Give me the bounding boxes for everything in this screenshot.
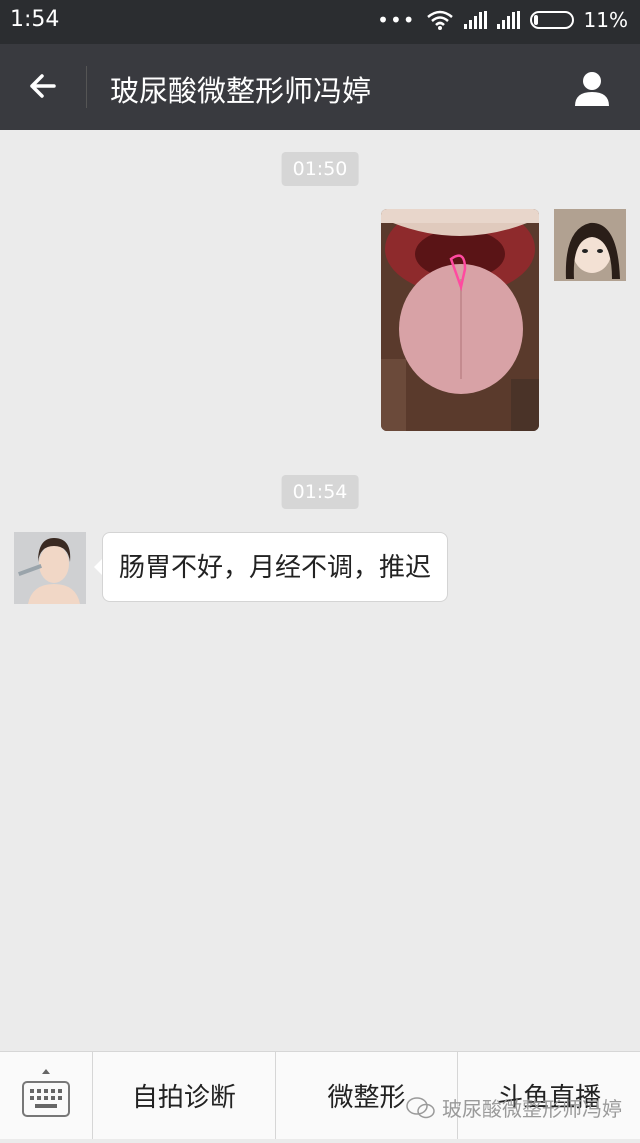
keyboard-toggle-button[interactable] xyxy=(0,1052,93,1139)
profile-icon[interactable] xyxy=(572,68,612,108)
title-bar: 玻尿酸微整形师冯婷 xyxy=(0,44,640,130)
timestamp-pill: 01:54 xyxy=(281,475,359,509)
timestamp-pill: 01:50 xyxy=(281,152,359,186)
battery-percent: 11% xyxy=(583,8,628,32)
self-avatar[interactable] xyxy=(554,209,626,281)
wechat-logo-icon xyxy=(406,1096,435,1118)
status-bar: 1:54 ••• 11% xyxy=(0,0,640,44)
chat-title: 玻尿酸微整形师冯婷 xyxy=(110,74,372,108)
signal-icon-2 xyxy=(496,11,520,29)
battery-icon xyxy=(529,11,574,29)
sent-photo[interactable] xyxy=(381,209,539,431)
signal-icon-1 xyxy=(463,11,487,29)
contact-avatar[interactable] xyxy=(14,532,86,604)
status-time: 1:54 xyxy=(10,7,60,32)
title-divider xyxy=(86,66,87,108)
self-avatar-image xyxy=(554,209,626,281)
message-bubble[interactable]: 肠胃不好，月经不调，推迟 xyxy=(102,532,449,602)
more-dots-icon: ••• xyxy=(377,8,416,32)
status-icons: ••• 11% xyxy=(377,8,628,32)
watermark-text: 玻尿酸微整形师冯婷 xyxy=(442,1097,622,1121)
contact-avatar-image xyxy=(14,532,86,604)
tongue-photo-image xyxy=(381,209,539,431)
wifi-icon xyxy=(426,10,453,30)
watermark: 玻尿酸微整形师冯婷 xyxy=(406,1093,622,1122)
keyboard-icon xyxy=(22,1069,70,1117)
menu-item-selfie-diagnosis[interactable]: 自拍诊断 xyxy=(93,1052,276,1139)
back-arrow-icon[interactable] xyxy=(24,66,64,106)
